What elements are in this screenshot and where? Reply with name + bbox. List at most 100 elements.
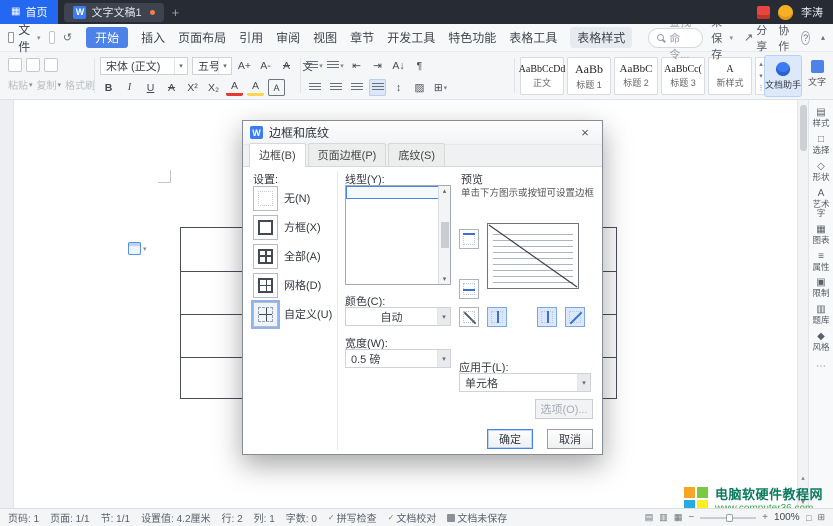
help-button[interactable]: ? — [801, 31, 810, 45]
panel-theme[interactable]: ◆风格 — [811, 332, 831, 352]
inside-vertical-border-button[interactable] — [537, 307, 557, 327]
line-style-option[interactable] — [346, 251, 450, 264]
share-button[interactable]: ↗ 分享 — [744, 22, 767, 54]
grow-font-button[interactable]: A+ — [236, 58, 253, 75]
scroll-up-button[interactable]: ▴ — [798, 474, 808, 482]
status-word-count[interactable]: 字数: 0 — [286, 510, 317, 525]
borders-button[interactable]: ⊞▾ — [432, 79, 449, 96]
underline-button[interactable]: U — [142, 79, 159, 96]
tab-dev-tools[interactable]: 开发工具 — [387, 29, 435, 46]
dialog-close-button[interactable]: × — [575, 125, 595, 140]
panel-wordart[interactable]: A艺术字 — [811, 189, 831, 218]
text-tool-button[interactable]: 文字 — [808, 60, 826, 88]
subscript-button[interactable]: X₂ — [205, 79, 222, 96]
tab-insert[interactable]: 插入 — [141, 29, 165, 46]
spell-check-button[interactable]: ✓拼写检查 — [328, 510, 377, 525]
align-left-button[interactable] — [306, 79, 323, 96]
border-preview-canvas[interactable] — [487, 223, 579, 289]
fit-page-icon[interactable]: □ — [806, 513, 811, 523]
cancel-button[interactable]: 取消 — [547, 429, 593, 449]
italic-button[interactable]: I — [121, 79, 138, 96]
shrink-font-button[interactable]: A- — [257, 58, 274, 75]
new-tab-button[interactable]: + — [172, 5, 180, 20]
superscript-button[interactable]: X² — [184, 79, 201, 96]
zoom-in-button[interactable]: + — [762, 512, 768, 523]
left-border-button[interactable] — [487, 307, 507, 327]
file-menu-button[interactable]: 文件 ▾ — [8, 21, 41, 55]
save-icon[interactable] — [49, 31, 55, 44]
dialog-titlebar[interactable]: W 边框和底纹 × — [243, 121, 602, 145]
bullet-list-button[interactable]: ▾ — [306, 57, 323, 74]
font-name-select[interactable]: 宋体 (正文) ▾ — [100, 57, 188, 75]
increase-indent-button[interactable]: ⇥ — [369, 57, 386, 74]
document-tab[interactable]: W 文字文稿1 — [64, 3, 163, 22]
width-select[interactable]: 0.5 磅 ▾ — [345, 349, 451, 368]
panel-restrict[interactable]: ▣限制 — [811, 278, 831, 298]
copy-icon[interactable] — [26, 58, 40, 72]
align-center-button[interactable] — [327, 79, 344, 96]
highlight-color-button[interactable]: A — [247, 79, 264, 96]
preset-grid[interactable]: 网格(D) — [253, 272, 332, 298]
paste-button[interactable]: 粘贴▾ — [8, 77, 33, 92]
line-spacing-button[interactable]: ↕ — [390, 79, 407, 96]
panel-select[interactable]: □选择 — [811, 135, 831, 155]
promotion-icon[interactable] — [757, 6, 770, 19]
user-avatar[interactable] — [778, 5, 793, 20]
strikethrough-button[interactable]: A — [163, 79, 180, 96]
line-style-option[interactable] — [346, 225, 450, 238]
ok-button[interactable]: 确定 — [487, 429, 533, 449]
zoom-slider[interactable] — [700, 517, 756, 519]
color-select[interactable]: 自动 ▾ — [345, 307, 451, 326]
fit-width-icon[interactable]: ⊞ — [817, 512, 825, 523]
home-button[interactable]: ▦ 首页 — [0, 0, 58, 24]
font-size-select[interactable]: 五号 ▾ — [192, 57, 232, 75]
align-justify-button[interactable] — [369, 79, 386, 96]
vertical-scrollbar[interactable]: ▴ ▾ ▼ — [797, 100, 808, 508]
new-style-button[interactable]: A 新样式 — [708, 57, 752, 95]
clear-format-button[interactable]: A — [278, 58, 295, 75]
collapse-ribbon-button[interactable]: ▴ — [821, 33, 825, 42]
shading-button[interactable]: ▨ — [411, 79, 428, 96]
scrollbar-thumb[interactable] — [800, 105, 807, 151]
tab-page-layout[interactable]: 页面布局 — [178, 29, 226, 46]
paste-icon[interactable] — [8, 58, 22, 72]
panel-styles[interactable]: ▤样式 — [811, 108, 831, 128]
undo-icon[interactable]: ↺ — [63, 31, 72, 44]
style-heading3[interactable]: AaBbCc( 标题 3 — [661, 57, 705, 95]
decrease-indent-button[interactable]: ⇤ — [348, 57, 365, 74]
line-style-option[interactable] — [346, 199, 450, 212]
preset-custom[interactable]: 自定义(U) — [253, 301, 332, 327]
zoom-out-button[interactable]: − — [688, 512, 694, 523]
top-border-button[interactable] — [459, 229, 479, 249]
scroll-down-icon[interactable]: ▾ — [443, 275, 447, 283]
panel-properties[interactable]: ≡属性 — [811, 252, 831, 272]
line-style-option[interactable] — [346, 264, 450, 277]
line-style-option[interactable] — [346, 212, 450, 225]
line-style-option[interactable] — [346, 238, 450, 251]
apply-to-select[interactable]: 单元格 ▾ — [459, 373, 591, 392]
paragraph-mark-button[interactable]: ¶ — [411, 57, 428, 74]
scrollbar-thumb[interactable] — [441, 222, 449, 248]
scroll-down-icon[interactable]: ▾ — [759, 72, 763, 80]
panel-library[interactable]: ▥题库 — [811, 305, 831, 325]
tab-view[interactable]: 视图 — [313, 29, 337, 46]
panel-shapes[interactable]: ◇形状 — [811, 162, 831, 182]
preset-box[interactable]: 方框(X) — [253, 214, 332, 240]
font-color-button[interactable]: A — [226, 79, 243, 96]
tab-shading[interactable]: 底纹(S) — [388, 143, 445, 166]
panel-chart[interactable]: ▦图表 — [811, 225, 831, 245]
read-view-icon[interactable]: ▥ — [659, 512, 668, 523]
panel-more-button[interactable]: ⋯ — [816, 361, 826, 372]
tab-borders[interactable]: 边框(B) — [249, 143, 306, 167]
zoom-value[interactable]: 100% — [774, 512, 800, 523]
user-name[interactable]: 李涛 — [801, 4, 823, 20]
style-heading2[interactable]: AaBbC 标题 2 — [614, 57, 658, 95]
line-style-list[interactable]: ▴ ▾ — [345, 185, 451, 285]
search-box[interactable]: 查找命令... — [648, 28, 703, 48]
web-view-icon[interactable]: ▦ — [674, 512, 683, 523]
diagonal-up-border-button[interactable] — [565, 307, 585, 327]
table-handle-widget[interactable]: ▾ — [128, 242, 147, 255]
save-state-indicator[interactable]: 文档未保存 — [447, 510, 507, 525]
tab-home[interactable]: 开始 — [86, 27, 128, 48]
style-heading1[interactable]: AaBb 标题 1 — [567, 57, 611, 95]
